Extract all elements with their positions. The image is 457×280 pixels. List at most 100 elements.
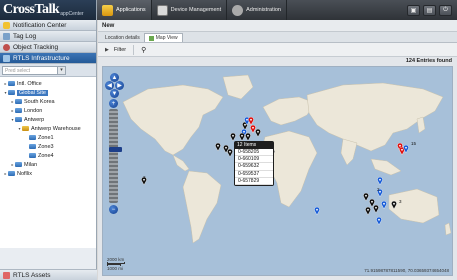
layout-icon[interactable]: ▤ <box>423 4 436 16</box>
search-icon[interactable]: ⚲ <box>141 46 146 54</box>
tree-item-label: Milan <box>24 161 38 168</box>
popup-item[interactable]: 0-658205 <box>235 149 273 157</box>
divider <box>133 44 135 55</box>
pan-down-icon[interactable]: ▼ <box>110 89 119 98</box>
popup-list: 0-658205 0-660109 0-659632 0-659537 0-657829 <box>235 149 273 185</box>
map-marker-icon[interactable] <box>248 117 254 125</box>
map-scale: 2000 km 1000 mi <box>107 257 125 271</box>
marker-count-label: 2 <box>143 175 146 180</box>
tree-item[interactable]: ▸ South Korea <box>0 97 96 106</box>
location-icon <box>8 90 15 95</box>
location-icon <box>8 81 15 86</box>
marker-count-label: 2 <box>377 187 380 192</box>
tab-administration[interactable]: Administration <box>227 0 287 20</box>
tab-label: Device Management <box>170 7 222 13</box>
play-icon[interactable]: ▶ <box>105 47 109 53</box>
location-icon <box>15 99 22 104</box>
location-icon <box>15 108 22 113</box>
coordinate-readout: 71.91598787811590, 70.03659374654048 <box>364 268 449 273</box>
entries-count: 124 Entries found <box>98 57 457 65</box>
site-select-placeholder: Pred select <box>5 67 31 74</box>
power-icon[interactable]: ⏻ <box>439 4 452 16</box>
tab-label: Map View <box>155 35 178 41</box>
map-canvas <box>122 74 452 244</box>
applications-icon <box>102 4 113 16</box>
tab-device-management[interactable]: Device Management <box>152 0 228 20</box>
nav-label: Notification Center <box>13 21 67 29</box>
nav-label: RTLS Infrastructure <box>13 54 70 62</box>
new-button[interactable]: New <box>102 23 114 29</box>
tab-map-view[interactable]: Map View <box>143 33 183 42</box>
map-marker-icon[interactable] <box>373 205 379 213</box>
popup-item[interactable]: 0-659632 <box>235 163 273 171</box>
nav-object-tracking[interactable]: Object Tracking <box>0 42 96 53</box>
cluster-popup: 12 Items 0-658205 0-660109 0-659632 0-65953… <box>234 141 274 186</box>
sidebar-filter-row: Pred select ▾ <box>0 64 96 77</box>
zoom-out-button[interactable]: − <box>109 205 118 214</box>
chevron-down-icon[interactable]: ▾ <box>57 67 65 74</box>
window-icon[interactable]: ▣ <box>407 4 420 16</box>
bell-icon <box>3 21 10 29</box>
popup-item[interactable]: 0-660109 <box>235 156 273 164</box>
nav-rtls-infrastructure[interactable]: RTLS Infrastructure <box>0 53 96 64</box>
marker-count-label: 3 <box>399 199 402 204</box>
tree-item[interactable]: ▸ Intl. Office <box>0 79 96 88</box>
tree-item[interactable]: ▾ Antwerp <box>0 115 96 124</box>
map-marker-icon[interactable] <box>245 133 251 141</box>
map-marker-icon[interactable] <box>365 207 371 215</box>
nav-tag-log[interactable]: Tag Log <box>0 31 96 42</box>
tree-item-label: London <box>24 107 43 114</box>
map-marker-icon[interactable] <box>230 133 236 141</box>
main-content: New Location details Map View ▶ Filter ⚲… <box>98 20 457 280</box>
tab-label: Applications <box>116 7 146 13</box>
tree-item[interactable]: Zone1 <box>0 133 96 142</box>
nav-notification-center[interactable]: Notification Center <box>0 20 96 31</box>
tree-item[interactable]: ▸ Milan <box>0 160 96 169</box>
tab-location-details[interactable]: Location details <box>101 33 144 42</box>
zoom-slider-handle[interactable] <box>109 147 122 152</box>
tree-item[interactable]: ▾ Global Site <box>0 88 96 97</box>
tracking-icon <box>3 43 10 51</box>
scale-mi-label: 1000 mi <box>107 266 124 271</box>
map-marker-icon[interactable] <box>215 143 221 151</box>
nav-label: Tag Log <box>13 32 37 40</box>
zoom-slider[interactable] <box>109 109 122 203</box>
map-marker-icon[interactable] <box>255 129 261 137</box>
filter-bar: ▶ Filter ⚲ <box>98 43 457 57</box>
tree-item[interactable]: ▾ Antwerp Warehouse <box>0 124 96 133</box>
tree-item[interactable]: Zone3 <box>0 142 96 151</box>
tab-label: Administration <box>246 7 281 13</box>
map-marker-icon[interactable] <box>314 207 320 215</box>
sidebar: CrossTalk appCenter Notification Center … <box>0 0 97 280</box>
map-marker-icon[interactable] <box>403 145 409 153</box>
map-marker-icon[interactable] <box>391 201 397 209</box>
tree-item-label: Antwerp <box>24 116 45 123</box>
site-select[interactable]: Pred select ▾ <box>2 66 66 75</box>
device-icon <box>156 4 168 16</box>
log-icon <box>3 32 10 40</box>
popup-item[interactable]: 0-657829 <box>235 177 273 185</box>
nav-label: Object Tracking <box>13 43 59 51</box>
tools-icon <box>232 4 244 16</box>
location-tree: ▸ Intl. Office ▾ Global Site ▸ South Korea ▸ Lo… <box>0 77 96 248</box>
tree-item[interactable]: Zone4 <box>0 151 96 160</box>
app-logo: CrossTalk appCenter <box>0 0 96 20</box>
tree-item[interactable]: ▸ Nofllix <box>0 169 96 178</box>
tree-item-label: Global Site <box>17 89 48 96</box>
nav-rtls-assets[interactable]: RTLS Assets <box>0 269 97 280</box>
map-marker-icon[interactable] <box>376 217 382 225</box>
tab-applications[interactable]: Applications <box>97 0 152 20</box>
popup-item[interactable]: 0-659537 <box>235 170 273 178</box>
logo-brand: CrossTalk <box>3 2 60 17</box>
filter-button[interactable]: Filter <box>114 47 126 53</box>
zoom-in-button[interactable]: + <box>109 99 118 108</box>
tree-item-label: Zone3 <box>38 143 54 150</box>
tree-item[interactable]: ▸ London <box>0 106 96 115</box>
view-tabs: Location details Map View <box>98 32 457 43</box>
map-marker-icon[interactable] <box>227 149 233 157</box>
map-marker-icon[interactable] <box>381 201 387 209</box>
tree-item-label: Nofllix <box>17 170 32 177</box>
map-marker-icon[interactable] <box>377 177 383 185</box>
world-map[interactable]: ▲ ◀ ▶ ▼ + − 241532 12 Items 0-6582050-66… <box>102 66 453 276</box>
infrastructure-icon <box>3 54 10 62</box>
